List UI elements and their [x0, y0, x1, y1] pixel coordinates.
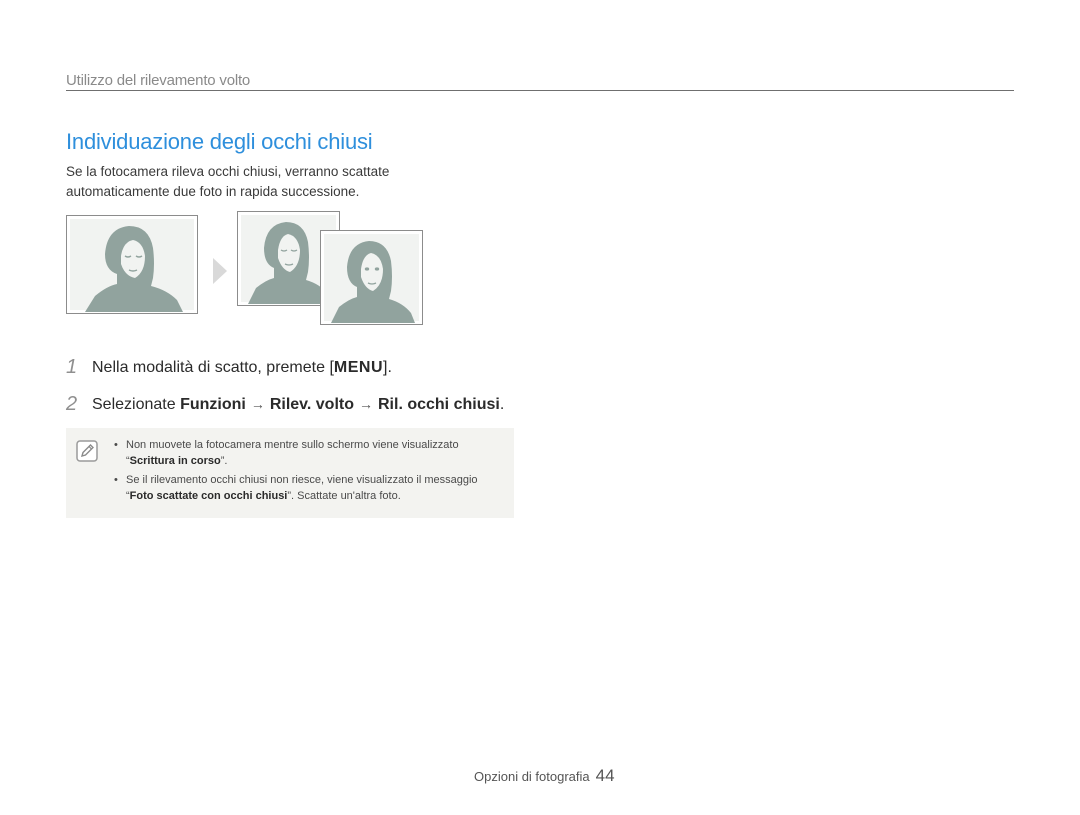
step-1: 1 Nella modalità di scatto, premete [MENU…: [66, 356, 392, 379]
page-footer: Opzioni di fotografia 44: [474, 766, 615, 786]
arrow-right-icon: [213, 258, 227, 284]
note-list: • Non muovete la fotocamera mentre sullo …: [114, 437, 506, 507]
note-text-end: ”. Scattate un'altra foto.: [287, 490, 401, 502]
portrait-eyes-closed-image: [66, 215, 198, 314]
bullet: •: [114, 439, 118, 451]
menu-key-icon: MENU: [333, 359, 383, 376]
bullet: •: [114, 474, 118, 486]
header-divider: [66, 90, 1014, 91]
arrow-icon: →: [250, 396, 265, 412]
portrait-eyes-open-image: [320, 230, 423, 325]
menu-path-face-detection: Rilev. volto: [269, 396, 354, 413]
intro-paragraph: Se la fotocamera rileva occhi chiusi, ve…: [66, 164, 390, 199]
page-title: Individuazione degli occhi chiusi: [66, 129, 373, 154]
step-number: 1: [66, 356, 78, 378]
arrow-icon: →: [359, 396, 373, 412]
footer-section-label: Opzioni di fotografia: [474, 769, 590, 784]
step-text: Selezionate: [92, 396, 181, 413]
section-header: Utilizzo del rilevamento volto: [66, 72, 251, 89]
note-item: • Non muovete la fotocamera mentre sullo …: [114, 437, 506, 469]
note-emphasis: Foto scattate con occhi chiusi: [129, 490, 288, 502]
note-emphasis: Scrittura in corso: [129, 455, 221, 467]
menu-path-blink-detection: Ril. occhi chiusi: [378, 396, 500, 413]
step-2: 2 Selezionate Funzioni → Rilev. volto → Ril. …: [66, 393, 504, 416]
note-text-end: ”.: [220, 455, 228, 467]
note-pencil-icon: [76, 440, 98, 462]
note-box: • Non muovete la fotocamera mentre sullo …: [66, 428, 514, 518]
page-number: 44: [595, 766, 615, 785]
step-text-end: .: [499, 396, 505, 413]
note-item: • Se il rilevamento occhi chiusi non ries…: [114, 472, 506, 504]
menu-path-functions: Funzioni: [180, 396, 246, 413]
step-number: 2: [66, 393, 78, 415]
step-text-end: ].: [383, 359, 392, 376]
step-text: Nella modalità di scatto, premete [: [92, 359, 334, 376]
